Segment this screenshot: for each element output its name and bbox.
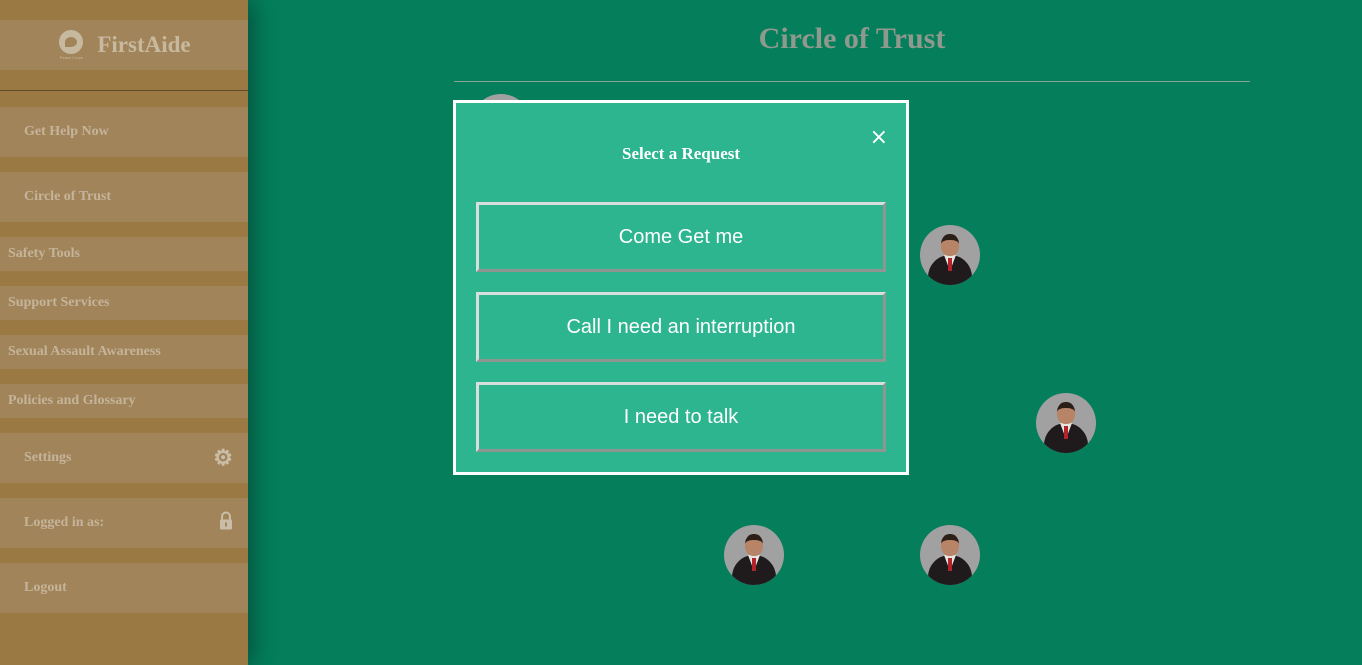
sidebar-item-get-help-now[interactable]: Get Help Now <box>0 107 248 157</box>
come-get-me-button[interactable]: Come Get me <box>476 202 886 272</box>
sidebar-item-label: Logout <box>24 580 67 595</box>
gear-icon: ⚙ <box>213 445 233 470</box>
lock-icon <box>219 511 233 535</box>
sidebar-item-label: Circle of Trust <box>24 189 112 204</box>
sidebar-item-settings[interactable]: Settings ⚙ <box>0 433 248 483</box>
contact-avatar[interactable] <box>724 525 784 585</box>
sidebar: Peace Corps FirstAide Get Help Now Circl… <box>0 0 248 665</box>
sidebar-item-label: Get Help Now <box>24 124 109 139</box>
sidebar-item-label: Support Services <box>8 295 110 310</box>
sidebar-item-circle-of-trust[interactable]: Circle of Trust <box>0 172 248 222</box>
sidebar-item-label: Sexual Assault Awareness <box>8 344 161 359</box>
call-interruption-button[interactable]: Call I need an interruption <box>476 292 886 362</box>
sidebar-item-support-services[interactable]: Support Services <box>0 286 248 320</box>
sidebar-item-logout[interactable]: Logout <box>0 563 248 613</box>
sidebar-item-label: Logged in as: <box>24 515 105 530</box>
contact-avatar[interactable] <box>1036 393 1096 453</box>
sidebar-item-label: Policies and Glossary <box>8 393 136 408</box>
firstaide-logo-icon: Peace Corps <box>57 26 85 64</box>
contact-avatar[interactable] <box>920 225 980 285</box>
brand-name: FirstAide <box>97 32 191 57</box>
sidebar-item-policies-and-glossary[interactable]: Policies and Glossary <box>0 384 248 418</box>
close-icon[interactable]: × <box>870 127 888 149</box>
need-to-talk-button[interactable]: I need to talk <box>476 382 886 452</box>
brand-header[interactable]: Peace Corps FirstAide <box>0 20 248 70</box>
sidebar-item-safety-tools[interactable]: Safety Tools <box>0 237 248 271</box>
select-request-modal: Select a Request × Come Get me Call I ne… <box>453 100 909 475</box>
page-title: Circle of Trust <box>758 22 946 55</box>
sidebar-item-logged-in-as[interactable]: Logged in as: <box>0 498 248 548</box>
sidebar-item-label: Safety Tools <box>8 246 80 261</box>
modal-title: Select a Request <box>621 144 741 163</box>
divider <box>0 90 248 91</box>
title-divider <box>454 81 1250 82</box>
sidebar-item-label: Settings <box>24 450 72 465</box>
contact-avatar[interactable] <box>920 525 980 585</box>
sidebar-item-sexual-assault-awareness[interactable]: Sexual Assault Awareness <box>0 335 248 369</box>
